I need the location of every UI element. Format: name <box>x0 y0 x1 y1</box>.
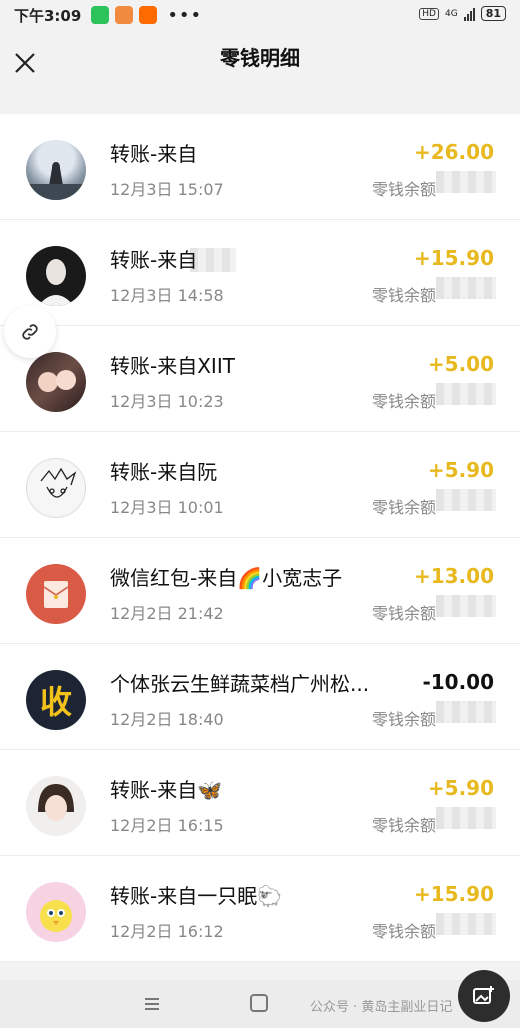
photo-couple-avatar <box>26 352 86 412</box>
transaction-time: 12月2日 16:12 <box>110 922 224 941</box>
transaction-time: 12月2日 18:40 <box>110 710 224 729</box>
network-type: 4G <box>444 8 458 19</box>
redacted-balance <box>436 701 496 723</box>
menu-icon[interactable] <box>142 994 162 1014</box>
transaction-row[interactable]: 转账-来自阮 12月3日 10:01 +5.90 零钱余额 <box>0 432 520 538</box>
transaction-time: 12月3日 15:07 <box>110 180 224 199</box>
transaction-row[interactable]: 转账-来自 12月3日 15:07 +26.00 零钱余额 <box>0 114 520 272</box>
merchant-collect-icon: 收 <box>26 670 86 730</box>
balance-label: 零钱余额 <box>371 286 436 305</box>
transaction-amount: +5.90 <box>427 458 494 482</box>
redacted-balance <box>436 595 496 617</box>
transaction-title: 转账-来自 <box>110 142 198 166</box>
status-time: 下午3:09 <box>14 6 82 25</box>
redacted-balance <box>436 277 496 299</box>
transaction-title: 微信红包-来自🌈小宽志子 <box>110 566 343 590</box>
transaction-row[interactable]: 微信红包-来自🌈小宽志子 12月2日 21:42 +13.00 零钱余额 <box>0 538 520 644</box>
signal-icon <box>463 7 475 21</box>
transaction-title: 转账-来自XIIT <box>110 354 235 378</box>
balance-label: 零钱余额 <box>371 922 436 941</box>
link-icon <box>22 324 38 340</box>
balance-label: 零钱余额 <box>371 604 436 623</box>
transaction-title: 个体张云生鲜蔬菜档广州松... <box>110 672 370 696</box>
redacted-balance <box>436 171 496 193</box>
transaction-amount: +5.90 <box>427 776 494 800</box>
transaction-time: 12月2日 16:15 <box>110 816 224 835</box>
link-float-button[interactable] <box>4 306 56 358</box>
redacted-balance <box>436 807 496 829</box>
transaction-amount: +15.90 <box>413 882 494 906</box>
transaction-amount: +26.00 <box>413 140 494 164</box>
redacted-balance <box>436 383 496 405</box>
transaction-amount: +13.00 <box>413 564 494 588</box>
collect-glyph: 收 <box>39 683 72 721</box>
transaction-title: 转账-来自一只眠🐑 <box>110 884 283 908</box>
transaction-time: 12月3日 14:58 <box>110 286 224 305</box>
transaction-row[interactable]: 转账-来自XIIT 12月3日 10:23 +5.00 零钱余额 <box>0 326 520 432</box>
more-notifications-icon: ••• <box>167 4 203 26</box>
status-right: HD 4G 81 <box>419 6 506 21</box>
cartoon-bird-avatar <box>26 882 86 942</box>
system-nav-bar: 公众号 · 黄岛主副业日记 <box>0 980 520 1028</box>
app-header: 零钱明细 <box>0 30 520 96</box>
sketch-anime-avatar <box>26 458 86 518</box>
mi-app-icon <box>139 6 158 24</box>
shopping-app-icon <box>115 6 134 24</box>
image-edit-icon <box>473 986 494 1004</box>
red-envelope-icon <box>26 564 86 624</box>
transaction-list: 转账-来自 12月3日 15:07 +26.00 零钱余额 转账-来自 12月3… <box>0 114 520 962</box>
transaction-time: 12月3日 10:01 <box>110 498 224 517</box>
transaction-amount: +15.90 <box>413 246 494 270</box>
transaction-row[interactable]: 转账-来自🦋 12月2日 16:15 +5.90 零钱余额 <box>0 750 520 856</box>
transaction-row[interactable]: 收 个体张云生鲜蔬菜档广州松... 12月2日 18:40 -10.00 零钱余… <box>0 644 520 750</box>
hd-badge: HD <box>419 7 439 20</box>
screenshot-edit-button[interactable] <box>458 970 510 1022</box>
photo-portrait-avatar <box>26 246 86 306</box>
transaction-title: 转账-来自 <box>110 248 198 272</box>
photo-silhouette-avatar <box>26 140 86 200</box>
balance-label: 零钱余额 <box>371 710 436 729</box>
page-title: 零钱明细 <box>220 46 300 70</box>
balance-label: 零钱余额 <box>371 392 436 411</box>
photo-girl-avatar <box>26 776 86 836</box>
home-button[interactable] <box>250 994 268 1012</box>
redacted-balance <box>436 913 496 935</box>
transaction-title: 转账-来自阮 <box>110 460 218 484</box>
transaction-amount: -10.00 <box>422 670 494 694</box>
transaction-time: 12月2日 21:42 <box>110 604 224 623</box>
transaction-row[interactable]: 转账-来自 12月3日 14:58 +15.90 零钱余额 <box>0 220 520 326</box>
transaction-time: 12月3日 10:23 <box>110 392 224 411</box>
battery-icon: 81 <box>480 6 506 21</box>
redacted-balance <box>436 489 496 511</box>
balance-label: 零钱余额 <box>371 816 436 835</box>
transaction-title: 转账-来自🦋 <box>110 778 223 802</box>
transaction-amount: +5.00 <box>427 352 494 376</box>
status-bar: 下午3:09 ••• HD 4G 81 <box>0 0 520 30</box>
watermark: 公众号 · 黄岛主副业日记 <box>310 1000 453 1015</box>
balance-label: 零钱余额 <box>371 180 436 199</box>
wechat-app-icon <box>91 6 110 24</box>
transaction-row[interactable]: 转账-来自一只眠🐑 12月2日 16:12 +15.90 零钱余额 <box>0 856 520 962</box>
balance-label: 零钱余额 <box>371 498 436 517</box>
